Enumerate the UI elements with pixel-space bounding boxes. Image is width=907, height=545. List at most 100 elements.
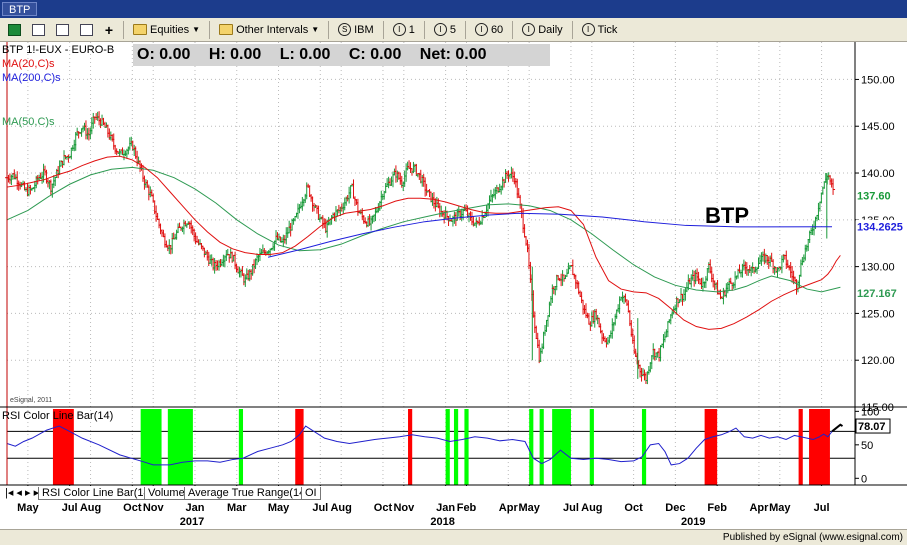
intervals-dropdown[interactable]: Other Intervals ▼ [215, 21, 323, 39]
toolbar-separator [571, 20, 573, 39]
rsi-green-bar [589, 409, 594, 485]
tab-volume[interactable]: Volume [144, 487, 189, 500]
toolbar-separator [464, 20, 466, 39]
price-chart[interactable]: 150.00145.00140.00135.00130.00125.00120.… [0, 42, 907, 529]
symbol-legend[interactable]: BTP 1!-EUX - EURO-B [2, 44, 114, 57]
ohlc-readout: O: 0.00 H: 0.00 L: 0.00 C: 0.00 Net: 0.0… [133, 44, 550, 66]
interval-button-daily[interactable]: I Daily [518, 21, 566, 39]
chart-area[interactable]: 150.00145.00140.00135.00130.00125.00120.… [0, 42, 907, 529]
rsi-green-bar [167, 409, 193, 485]
time-tick-label: Feb [457, 502, 477, 514]
toolbar: + Equities ▼ Other Intervals ▼ S IBM I1 I… [0, 18, 907, 42]
year-label: 2018 [430, 516, 454, 528]
add-button[interactable]: + [100, 21, 118, 39]
time-tick-label: Jan [185, 502, 204, 514]
folder-icon [219, 24, 234, 35]
time-tick-label: Dec [665, 502, 685, 514]
rsi-green-bar [453, 409, 459, 485]
rsi-green-bar [641, 409, 647, 485]
time-tick-label: May [769, 502, 791, 514]
rsi-red-bar [704, 409, 718, 485]
time-tick-label: May [17, 502, 39, 514]
interval-icon: I [433, 23, 447, 36]
time-tick-label: Jul [312, 502, 328, 514]
chevron-down-icon: ▼ [311, 25, 320, 34]
time-tick-label: Nov [143, 502, 165, 514]
price-tick-label: 125.00 [861, 308, 895, 320]
rsi-green-bar [445, 409, 450, 485]
interval-button-1[interactable]: I1 [389, 21, 419, 39]
time-tick-label: Apr [749, 502, 769, 514]
rsi-tick-label: 100 [861, 406, 879, 418]
chevron-down-icon: ▼ [192, 25, 201, 34]
price-label-text: 127.167 [857, 288, 897, 300]
watermark-text: eSignal, 2011 [10, 397, 52, 404]
ma20-legend[interactable]: MA(20,C)s [2, 58, 55, 71]
chart-icon [8, 23, 21, 36]
rsi-tick-label: 0 [861, 473, 867, 485]
btp-annotation: BTP [705, 203, 749, 228]
equities-label: Equities [150, 23, 190, 36]
ma50-legend[interactable]: MA(50,C)s [2, 116, 55, 129]
rsi-green-bar [552, 409, 571, 485]
year-label: 2017 [180, 516, 204, 528]
interval-icon: I [522, 23, 536, 36]
window-tab[interactable]: BTP [2, 2, 38, 16]
time-tick-label: Mar [227, 502, 247, 514]
window-titlebar: BTP [0, 0, 907, 18]
high-value: H: 0.00 [208, 46, 262, 63]
interval-button-tick[interactable]: I Tick [578, 21, 622, 39]
rsi-current-value: 78.07 [858, 421, 886, 433]
interval-button-5[interactable]: I5 [430, 21, 460, 39]
tab-rsi[interactable]: RSI Color Line Bar(14) [38, 487, 158, 500]
toolbar-separator [328, 20, 330, 39]
price-label-text: 137.60 [857, 190, 891, 202]
publisher-text: Published by eSignal (www.esignal.com) [722, 532, 903, 543]
rsi-red-bar [798, 409, 803, 485]
study-tabs: |◂ ◂ ▸ ▸| RSI Color Line Bar(14) Volume … [0, 486, 907, 501]
time-tick-label: Feb [707, 502, 727, 514]
price-tick-label: 120.00 [861, 355, 895, 367]
rsi-red-bar [809, 409, 830, 485]
interval-button-60[interactable]: I 60 [471, 21, 507, 39]
year-label: 2019 [681, 516, 705, 528]
toolbar-separator [512, 20, 514, 39]
time-tick-label: Nov [393, 502, 415, 514]
tab-oi[interactable]: OI [301, 487, 321, 500]
price-tick-label: 140.00 [861, 168, 895, 180]
time-tick-label: Aug [80, 502, 101, 514]
grid-icon-button[interactable] [28, 21, 49, 39]
rsi-green-bar [529, 409, 534, 485]
rsi-green-bar [140, 409, 162, 485]
symbol-button-ibm[interactable]: S IBM [334, 21, 378, 39]
ma200-legend[interactable]: MA(200,C)s [2, 72, 61, 85]
page-icon-button[interactable] [52, 21, 73, 39]
copy-icon-button[interactable] [76, 21, 97, 39]
rsi-legend[interactable]: RSI Color Line Bar(14) [2, 410, 113, 423]
chart-icon-button[interactable] [4, 21, 25, 39]
close-value: C: 0.00 [348, 46, 402, 63]
time-tick-label: Aug [330, 502, 351, 514]
time-tick-label: Oct [123, 502, 142, 514]
tab-average-true-range[interactable]: Average True Range(14) [184, 487, 313, 500]
time-tick-label: Oct [624, 502, 643, 514]
toolbar-separator [209, 20, 211, 39]
time-tick-label: May [518, 502, 540, 514]
price-label-text: 134.2625 [857, 222, 903, 234]
symbol-icon: S [338, 23, 352, 36]
time-tick-label: Jul [814, 502, 830, 514]
price-tick-label: 145.00 [861, 121, 895, 133]
time-tick-label: Jul [563, 502, 579, 514]
price-tick-label: 150.00 [861, 74, 895, 86]
rsi-green-bar [238, 409, 244, 485]
price-tick-label: 130.00 [861, 262, 895, 274]
interval-icon: I [474, 23, 488, 36]
equities-dropdown[interactable]: Equities ▼ [129, 21, 204, 39]
time-tick-label: Jul [62, 502, 78, 514]
grid-icon [32, 23, 45, 36]
open-value: O: 0.00 [137, 46, 191, 63]
rsi-red-bar [295, 409, 304, 485]
net-value: Net: 0.00 [419, 46, 487, 63]
rsi-red-bar [408, 409, 413, 485]
toolbar-separator [123, 20, 124, 39]
